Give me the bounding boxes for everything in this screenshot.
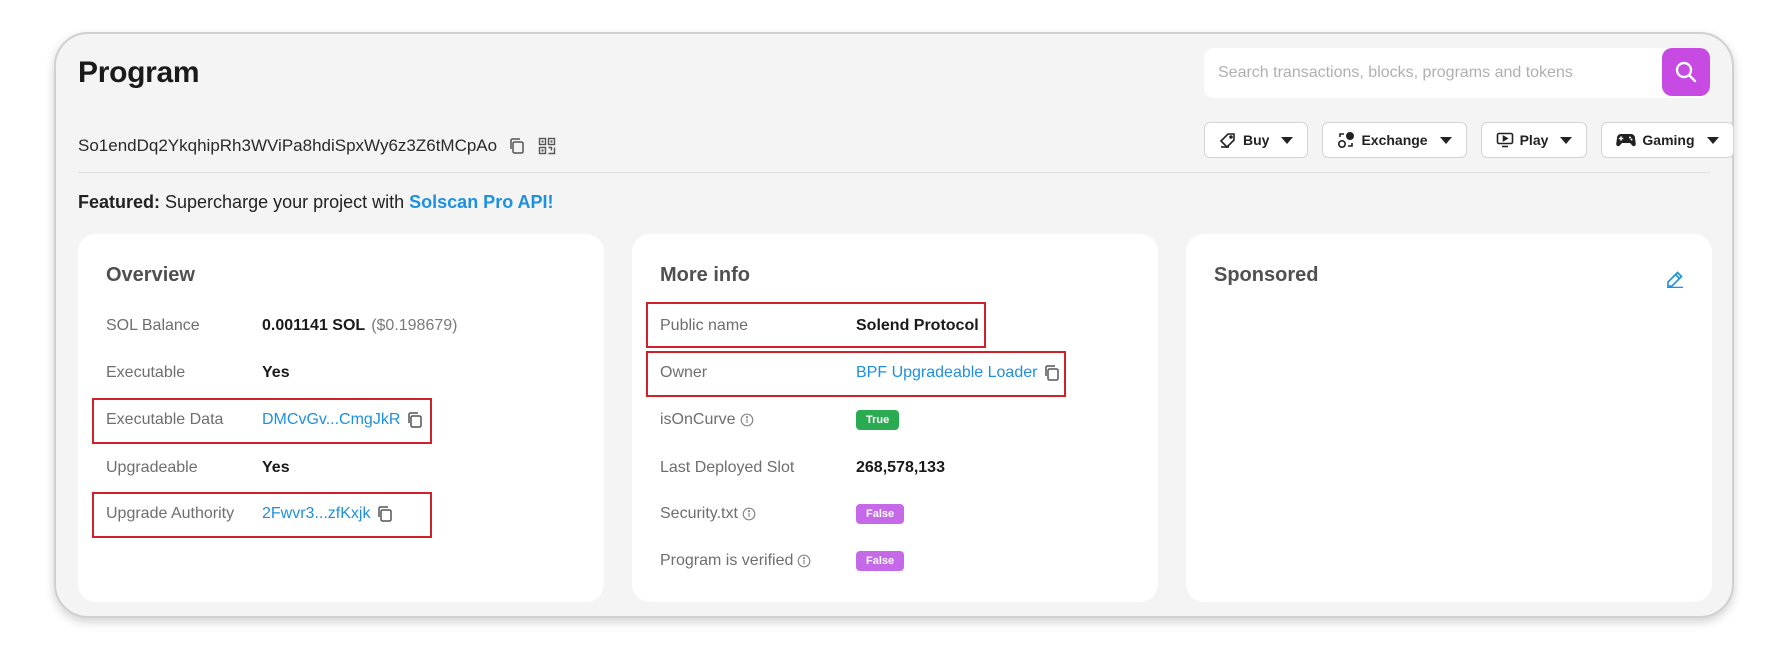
security-txt-badge: False <box>856 504 905 524</box>
search-input[interactable] <box>1204 48 1660 98</box>
upgradeable-label: Upgradeable <box>106 459 198 476</box>
overview-card: Overview SOL Balance 0.001141 SOL ($0.198… <box>78 234 604 602</box>
more-info-card: More info Public name Solend Protocol Ow… <box>632 234 1158 602</box>
program-address: So1endDq2YkqhipRh3WViPa8hdiSpxWy6z3Z6tMC… <box>78 136 498 155</box>
gaming-menu-button[interactable]: Gaming <box>1601 122 1734 158</box>
sol-balance-usd: ($0.198679) <box>371 317 458 334</box>
buy-menu-label: Buy <box>1243 132 1270 148</box>
chevron-down-icon <box>1560 136 1573 144</box>
sol-balance-label: SOL Balance <box>106 317 200 334</box>
sol-balance-row: SOL Balance 0.001141 SOL ($0.198679) <box>106 314 457 338</box>
copy-icon[interactable] <box>376 505 394 523</box>
public-name-value: Solend Protocol <box>856 317 979 334</box>
security-txt-label: Security.txt <box>660 505 738 522</box>
sol-balance-value: 0.001141 SOL <box>262 317 366 334</box>
executable-value: Yes <box>262 364 290 381</box>
top-menus: Buy Exchange Play Gaming <box>1204 122 1734 158</box>
executable-row: Executable Yes <box>106 361 290 385</box>
copy-icon[interactable] <box>507 136 527 156</box>
info-icon[interactable] <box>797 554 811 568</box>
gamepad-icon <box>1616 134 1637 147</box>
overview-title: Overview <box>106 264 195 286</box>
copy-icon[interactable] <box>406 411 424 429</box>
info-icon[interactable] <box>740 413 754 427</box>
edit-icon[interactable] <box>1666 270 1684 288</box>
page-title: Program <box>78 56 200 89</box>
security-txt-row: Security.txt False <box>660 502 905 526</box>
chevron-down-icon <box>1281 136 1294 144</box>
search-icon <box>1675 61 1697 83</box>
last-deployed-slot-row: Last Deployed Slot 268,578,133 <box>660 456 945 480</box>
program-verified-badge: False <box>856 551 905 571</box>
featured-text: Supercharge your project with <box>160 192 410 212</box>
upgradeable-row: Upgradeable Yes <box>106 456 290 480</box>
executable-data-row: Executable Data DMCvGv...CmgJkR <box>106 408 424 432</box>
info-icon[interactable] <box>742 507 756 521</box>
exchange-icon <box>1338 131 1355 149</box>
owner-value: BPF Upgradeable Loader <box>856 364 1038 381</box>
public-name-row: Public name Solend Protocol <box>660 314 979 338</box>
last-deployed-slot-label: Last Deployed Slot <box>660 459 795 476</box>
upgrade-authority-row: Upgrade Authority 2Fwvr3...zfKxjk <box>106 502 394 526</box>
chevron-down-icon <box>1439 136 1452 144</box>
exchange-menu-label: Exchange <box>1361 132 1428 148</box>
play-menu-label: Play <box>1519 132 1549 148</box>
sponsored-title: Sponsored <box>1214 264 1319 286</box>
executable-data-value: DMCvGv...CmgJkR <box>262 411 401 428</box>
search-box <box>1204 48 1710 98</box>
play-menu-button[interactable]: Play <box>1480 122 1588 158</box>
program-verified-row: Program is verified False <box>660 549 905 573</box>
program-verified-label: Program is verified <box>660 552 794 569</box>
upgrade-authority-label: Upgrade Authority <box>106 505 235 522</box>
executable-data-link[interactable]: DMCvGv...CmgJkR <box>262 411 424 429</box>
featured-banner: Featured: Supercharge your project with … <box>78 192 554 213</box>
is-on-curve-label: isOnCurve <box>660 411 736 428</box>
tag-icon <box>1219 133 1235 148</box>
public-name-label: Public name <box>660 317 749 334</box>
exchange-menu-button[interactable]: Exchange <box>1322 122 1467 158</box>
is-on-curve-badge: True <box>856 410 900 430</box>
copy-icon[interactable] <box>1043 364 1061 382</box>
last-deployed-slot-value: 268,578,133 <box>856 459 945 476</box>
chevron-down-icon <box>1706 136 1719 144</box>
address-row: So1endDq2YkqhipRh3WViPa8hdiSpxWy6z3Z6tMC… <box>78 136 557 156</box>
search-button[interactable] <box>1662 48 1710 96</box>
gaming-menu-label: Gaming <box>1642 132 1695 148</box>
upgrade-authority-link[interactable]: 2Fwvr3...zfKxjk <box>262 505 394 523</box>
featured-prefix: Featured: <box>78 192 161 212</box>
owner-link[interactable]: BPF Upgradeable Loader <box>856 364 1061 382</box>
executable-data-label: Executable Data <box>106 411 224 428</box>
featured-link[interactable]: Solscan Pro API! <box>409 192 553 212</box>
qr-code-icon[interactable] <box>537 136 557 156</box>
buy-menu-button[interactable]: Buy <box>1204 122 1309 158</box>
upgrade-authority-value: 2Fwvr3...zfKxjk <box>262 505 371 522</box>
sponsored-card: Sponsored <box>1186 234 1712 602</box>
owner-row: Owner BPF Upgradeable Loader <box>660 361 1061 385</box>
monitor-play-icon <box>1496 132 1513 148</box>
owner-label: Owner <box>660 364 708 381</box>
is-on-curve-row: isOnCurve True <box>660 408 900 432</box>
executable-label: Executable <box>106 364 186 381</box>
upgradeable-value: Yes <box>262 459 290 476</box>
page-frame: Program So1endDq2YkqhipRh3WViPa8hdiSpxWy… <box>54 32 1734 618</box>
header-divider <box>78 172 1710 173</box>
more-info-title: More info <box>660 264 750 286</box>
